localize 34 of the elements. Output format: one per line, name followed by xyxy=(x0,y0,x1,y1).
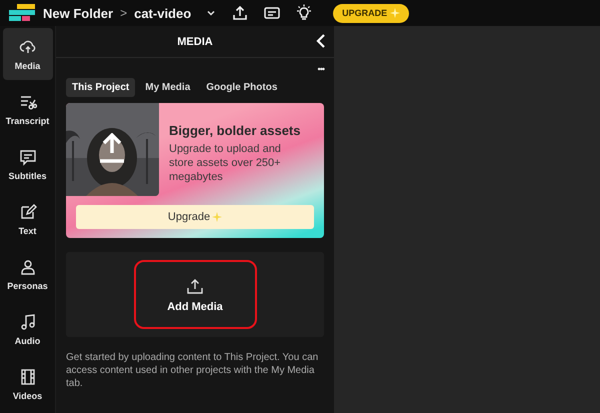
person-icon xyxy=(18,258,36,276)
sparkle-icon xyxy=(390,8,400,18)
upgrade-button[interactable]: UPGRADE xyxy=(333,4,410,22)
sidebar-item[interactable]: Audio xyxy=(2,303,52,355)
film-icon xyxy=(18,368,36,386)
upload-icon xyxy=(186,276,204,294)
breadcrumb-item[interactable]: cat-video xyxy=(134,6,192,20)
logo-icon[interactable] xyxy=(9,4,35,22)
upgrade-button[interactable]: Upgrade xyxy=(76,205,314,229)
upload-icon[interactable] xyxy=(231,4,250,22)
speech-bubble-icon xyxy=(18,148,36,166)
add-media-button[interactable]: Add Media xyxy=(134,260,256,329)
promo-title: Bigger, bolder assets xyxy=(169,123,302,138)
promo-text: Upgrade to upload and store assets over 250+ megabytes xyxy=(169,142,282,184)
sidebar-item[interactable]: Transcript xyxy=(2,83,52,135)
edit-icon xyxy=(18,202,36,220)
sidebar-item[interactable]: Personas xyxy=(2,248,52,300)
sidebar-item[interactable]: Media xyxy=(2,28,52,80)
panel-title: MEDIA xyxy=(177,36,213,48)
lightbulb-icon[interactable] xyxy=(295,4,314,22)
breadcrumb-separator: > xyxy=(120,6,128,20)
collapse-icon[interactable] xyxy=(316,34,326,48)
sidebar-item[interactable]: Videos xyxy=(2,358,52,410)
upload-icon xyxy=(99,133,125,163)
tab[interactable]: Google Photos xyxy=(200,78,284,97)
more-options-button[interactable]: ••• xyxy=(318,64,324,78)
sidebar-item[interactable]: Subtitles xyxy=(2,138,52,190)
sparkle-icon xyxy=(212,212,222,222)
music-note-icon xyxy=(18,312,36,330)
tab[interactable]: This Project xyxy=(66,78,136,97)
breadcrumb-item[interactable]: New Folder xyxy=(43,6,114,20)
tab[interactable]: My Media xyxy=(139,78,196,97)
sidebar-item[interactable]: Text xyxy=(2,193,52,245)
help-text: Get started by uploading content to This Project. You can access content used in other projects with the My Media tab. xyxy=(66,351,320,390)
